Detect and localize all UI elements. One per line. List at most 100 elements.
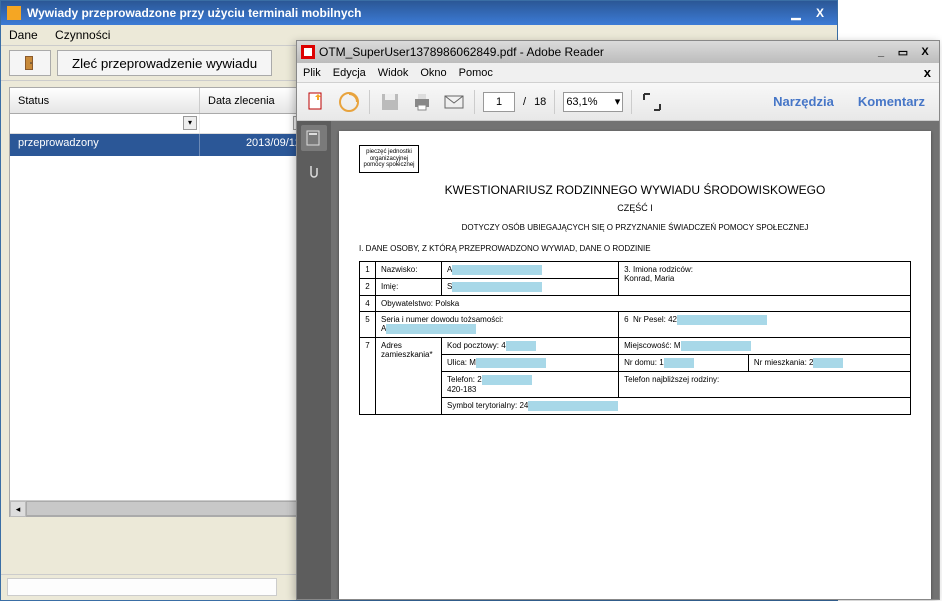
fullscreen-icon[interactable] [640,90,664,114]
cell-adres-label: Adres zamieszkania* [376,337,442,414]
col-status[interactable]: Status [10,88,200,113]
reader-toolbar: / 18 63,1%▾ Narzędzia Komentarz [297,83,939,121]
adobe-reader-window: OTM_SuperUser1378986062849.pdf - Adobe R… [296,40,940,600]
narzedzia-button[interactable]: Narzędzia [767,90,840,113]
door-button[interactable] [9,50,51,76]
pdf-page: pieczęć jednostki organizacyjnej pomocy … [339,131,931,599]
status-field [7,578,277,596]
separator [474,90,475,114]
menu-okno[interactable]: Okno [420,67,446,79]
menu-pomoc[interactable]: Pomoc [459,67,493,79]
page-separator: / [523,96,526,108]
cell-num: 4 [360,295,376,311]
redacted-block [506,341,536,351]
cell-value: 420-183 [447,385,476,394]
pdf-title: KWESTIONARIUSZ RODZINNEGO WYWIADU ŚRODOW… [359,183,911,197]
redacted-block [677,315,767,325]
redacted-block [528,401,618,411]
redacted-block [386,324,476,334]
cell-symbol: Symbol terytorialny: 24 [442,397,911,414]
cell-num-inline: 6 [624,315,628,324]
separator [631,90,632,114]
pdf-note: DOTYCZY OSÓB UBIEGAJĄCYCH SIĘ O PRZYZNAN… [359,223,911,232]
cell-status: przeprowadzony [10,134,200,156]
cell-num: 7 [360,337,376,414]
email-icon[interactable] [442,90,466,114]
create-pdf-icon[interactable] [337,90,361,114]
cell-nrmieszk: Nr mieszkania: 2 [748,355,910,371]
redacted-block [813,358,843,368]
cell-label: Ulica: M [447,358,476,367]
cell-value: Konrad, Maria [624,274,674,283]
cell-label: Nr domu: 1 [624,358,664,367]
page-number-input[interactable] [483,92,515,112]
side-panel [297,121,331,599]
redacted-block [482,375,532,385]
export-pdf-icon[interactable] [305,90,329,114]
zoom-select[interactable]: 63,1%▾ [563,92,623,112]
maximize-button[interactable]: ▭ [893,44,913,60]
cell-pesel: 6 Nr Pesel: 42 [619,311,911,337]
cell-label: Telefon: 2 [447,375,482,384]
komentarz-button[interactable]: Komentarz [852,90,931,113]
cell-label: Imię: [376,278,442,295]
cell-label: Symbol terytorialny: 24 [447,401,528,410]
pdf-icon [301,45,315,59]
menu-widok[interactable]: Widok [378,67,409,79]
form-table: 1 Nazwisko: A 3. Imiona rodziców:Konrad,… [359,261,911,415]
cell-ulica: Ulica: M [442,354,619,371]
cell-value: A [442,261,619,278]
reader-title: OTM_SuperUser1378986062849.pdf - Adobe R… [319,45,604,59]
app-icon [7,6,21,20]
reader-menubar: Plik Edycja Widok Okno Pomoc x [297,63,939,83]
cell-miejsc: Miejscowość: M [619,337,911,354]
cell-label: Kod pocztowy: 4 [447,341,506,350]
cell-label: Nazwisko: [376,261,442,278]
menu-plik[interactable]: Plik [303,67,321,79]
thumbnails-tab[interactable] [301,125,327,151]
zlec-button[interactable]: Zleć przeprowadzenie wywiadu [57,50,272,76]
scroll-left-icon[interactable]: ◂ [10,501,26,517]
minimize-button[interactable]: _ [871,44,891,60]
cell-telefon: Telefon: 2420-183 [442,371,619,397]
page-total: 18 [534,96,546,108]
cell-label: 3. Imiona rodziców: [624,265,693,274]
menu-dane[interactable]: Dane [9,28,38,42]
cell-label: Nr Pesel: 42 [633,315,677,324]
reader-titlebar: OTM_SuperUser1378986062849.pdf - Adobe R… [297,41,939,63]
redacted-block [664,358,694,368]
close-button[interactable]: X [809,4,831,22]
page-viewport[interactable]: pieczęć jednostki organizacyjnej pomocy … [331,121,939,599]
document-area: pieczęć jednostki organizacyjnej pomocy … [297,121,939,599]
redacted-block [476,358,546,368]
cell-kod: Kod pocztowy: 4 [442,337,619,354]
attachments-tab[interactable] [301,159,327,185]
menu-edycja[interactable]: Edycja [333,67,366,79]
cell-label: Seria i numer dowodu tożsamości: [381,315,503,324]
save-icon[interactable] [378,90,402,114]
stamp-box: pieczęć jednostki organizacyjnej pomocy … [359,145,419,173]
separator [554,90,555,114]
filter-status[interactable]: ▾ [10,114,200,133]
window-title: Wywiady przeprowadzone przy użyciu termi… [27,6,362,20]
cell-obywatelstwo: Obywatelstwo: Polska [376,295,911,311]
print-icon[interactable] [410,90,434,114]
redacted-block [681,341,751,351]
filter-data[interactable]: ▾ [200,114,310,133]
separator [369,90,370,114]
cell-num: 1 [360,261,376,278]
cell-dowod: Seria i numer dowodu tożsamości:A [376,311,619,337]
cell-tel-rodziny: Telefon najbliższej rodziny: [619,371,911,397]
redacted-block [452,265,542,275]
doc-close-button[interactable]: x [924,65,931,80]
col-data[interactable]: Data zlecenia [200,88,310,113]
close-button[interactable]: X [915,44,935,60]
minimize-button[interactable]: ▁ [785,4,807,22]
cell-nrdomu: Nr domu: 1 [619,355,748,371]
cell-label: Nr mieszkania: 2 [754,358,814,367]
cell-num: 2 [360,278,376,295]
menu-czynnosci[interactable]: Czynności [55,28,110,42]
chevron-down-icon[interactable]: ▾ [183,116,197,130]
cell-data: 2013/09/12 [200,134,310,156]
cell-parents: 3. Imiona rodziców:Konrad, Maria [619,261,911,295]
